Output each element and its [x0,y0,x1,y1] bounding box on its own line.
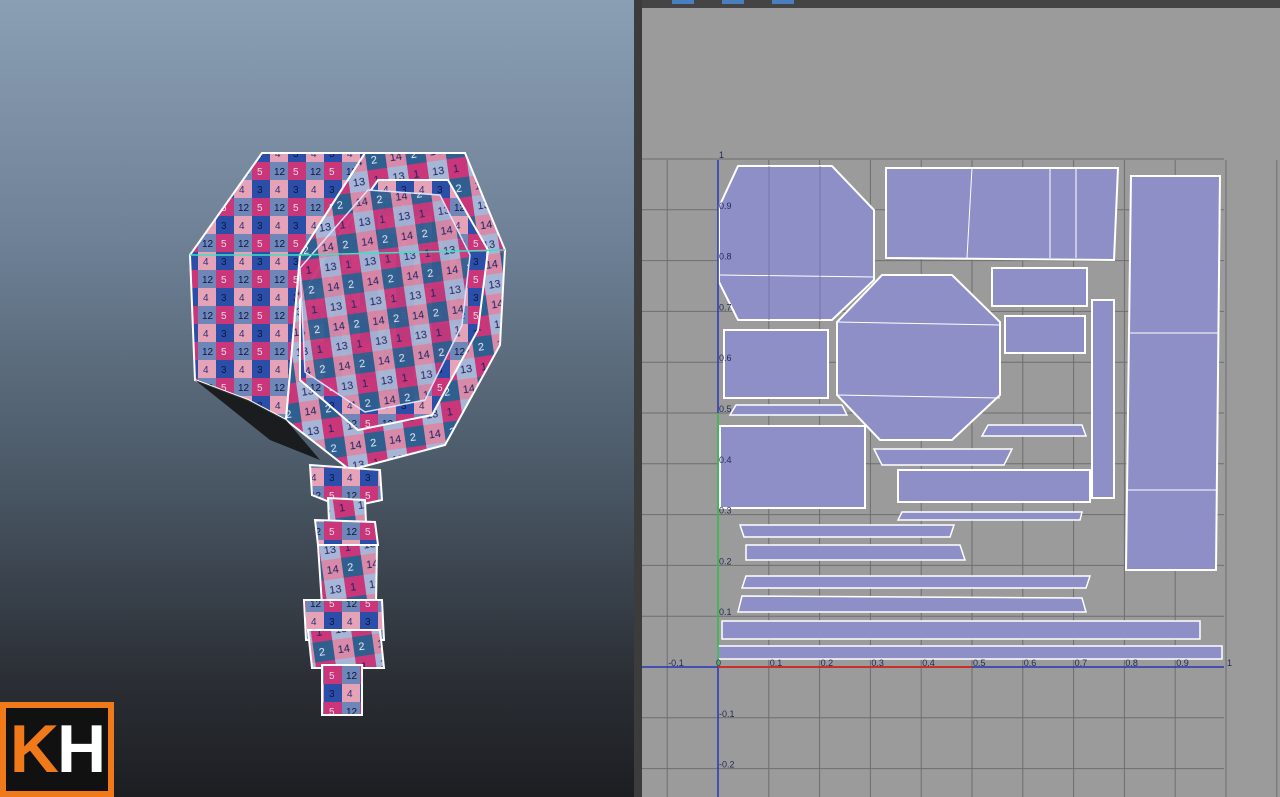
u-tick-label: 0.5 [973,658,986,668]
u-tick-label: 0.1 [770,658,783,668]
v-tick-label: 0.4 [719,455,732,465]
v-tick-label: 0.6 [719,353,732,363]
v-tick-label: 0.7 [719,302,732,312]
u-tick-label: 0.7 [1075,658,1088,668]
uv-strip-7 [740,575,1092,589]
u-tick-label: 1 [1227,658,1232,668]
v-tick-label: 1 [719,150,724,160]
handle-ring-1 [313,518,380,546]
v-tick-label: 0.2 [719,556,732,566]
uv-shell-octagon-2 [836,274,1001,441]
u-tick-label: 0 [716,658,721,668]
uv-shells [717,165,1223,660]
handle-end [321,664,363,716]
uv-shell-striped-1 [991,267,1088,307]
uv-strip-9 [721,620,1201,640]
uv-strip-5 [738,524,956,538]
v-tick-label: -0.1 [719,709,735,719]
u-tick-label: 0.4 [922,658,935,668]
u-tick-label: 0.6 [1024,658,1037,668]
viewport-3d[interactable]: 3 4 5 12 14 2 13 1 [0,0,634,797]
uv-strip-8 [737,595,1087,613]
uv-editor-panel[interactable]: 1 0.9 0.8 0.7 0.6 0.5 0.4 0.3 0.2 0.1 -0.1 -0.2 -0.… [642,0,1280,797]
uv-strip-1 [728,404,849,416]
u-tick-label: -0.1 [668,658,684,668]
v-tick-label: -0.2 [719,760,735,770]
uv-grid[interactable]: 1 0.9 0.8 0.7 0.6 0.5 0.4 0.3 0.2 0.1 -0.1 -0.2 -0.… [642,0,1280,797]
uv-shell-tall-strip [1124,175,1222,571]
u-tick-label: 0.3 [871,658,884,668]
u-tick-label: 0.9 [1176,658,1189,668]
uv-strip-6 [745,544,967,561]
logo-letter-k: K [9,711,59,787]
uv-shell-striped-3 [723,329,829,399]
uv-strip-3 [872,448,1014,466]
v-tick-label: 0.3 [719,506,732,516]
v-tick-label: 0.1 [719,607,732,617]
uv-strip-4 [896,511,1083,521]
magnifying-glass-model: 3 4 5 12 14 2 13 1 [188,152,507,716]
uv-shell-striped-2 [1004,315,1086,354]
logo-letter-h: H [57,711,106,787]
uv-shell-mid-strip [897,469,1091,503]
u-tick-label: 0.2 [821,658,834,668]
uv-strip-10 [717,645,1223,660]
v-tick-label: 0.9 [719,201,732,211]
uv-shell-vertical-thin [1091,299,1115,499]
v-tick-label: 0.8 [719,252,732,262]
uv-strip-2 [980,424,1088,437]
kh-logo: KH [0,702,114,797]
v-tick-label: 0.5 [719,404,732,414]
handle-shaft [316,544,379,606]
panel-divider[interactable] [634,0,642,797]
uv-shell-top-strip [885,167,1120,262]
uv-shell-octagon-1 [718,165,875,321]
u-tick-label: 0.8 [1125,658,1138,668]
handle-ring-3 [306,629,386,669]
uv-shell-striped-4 [719,425,866,509]
